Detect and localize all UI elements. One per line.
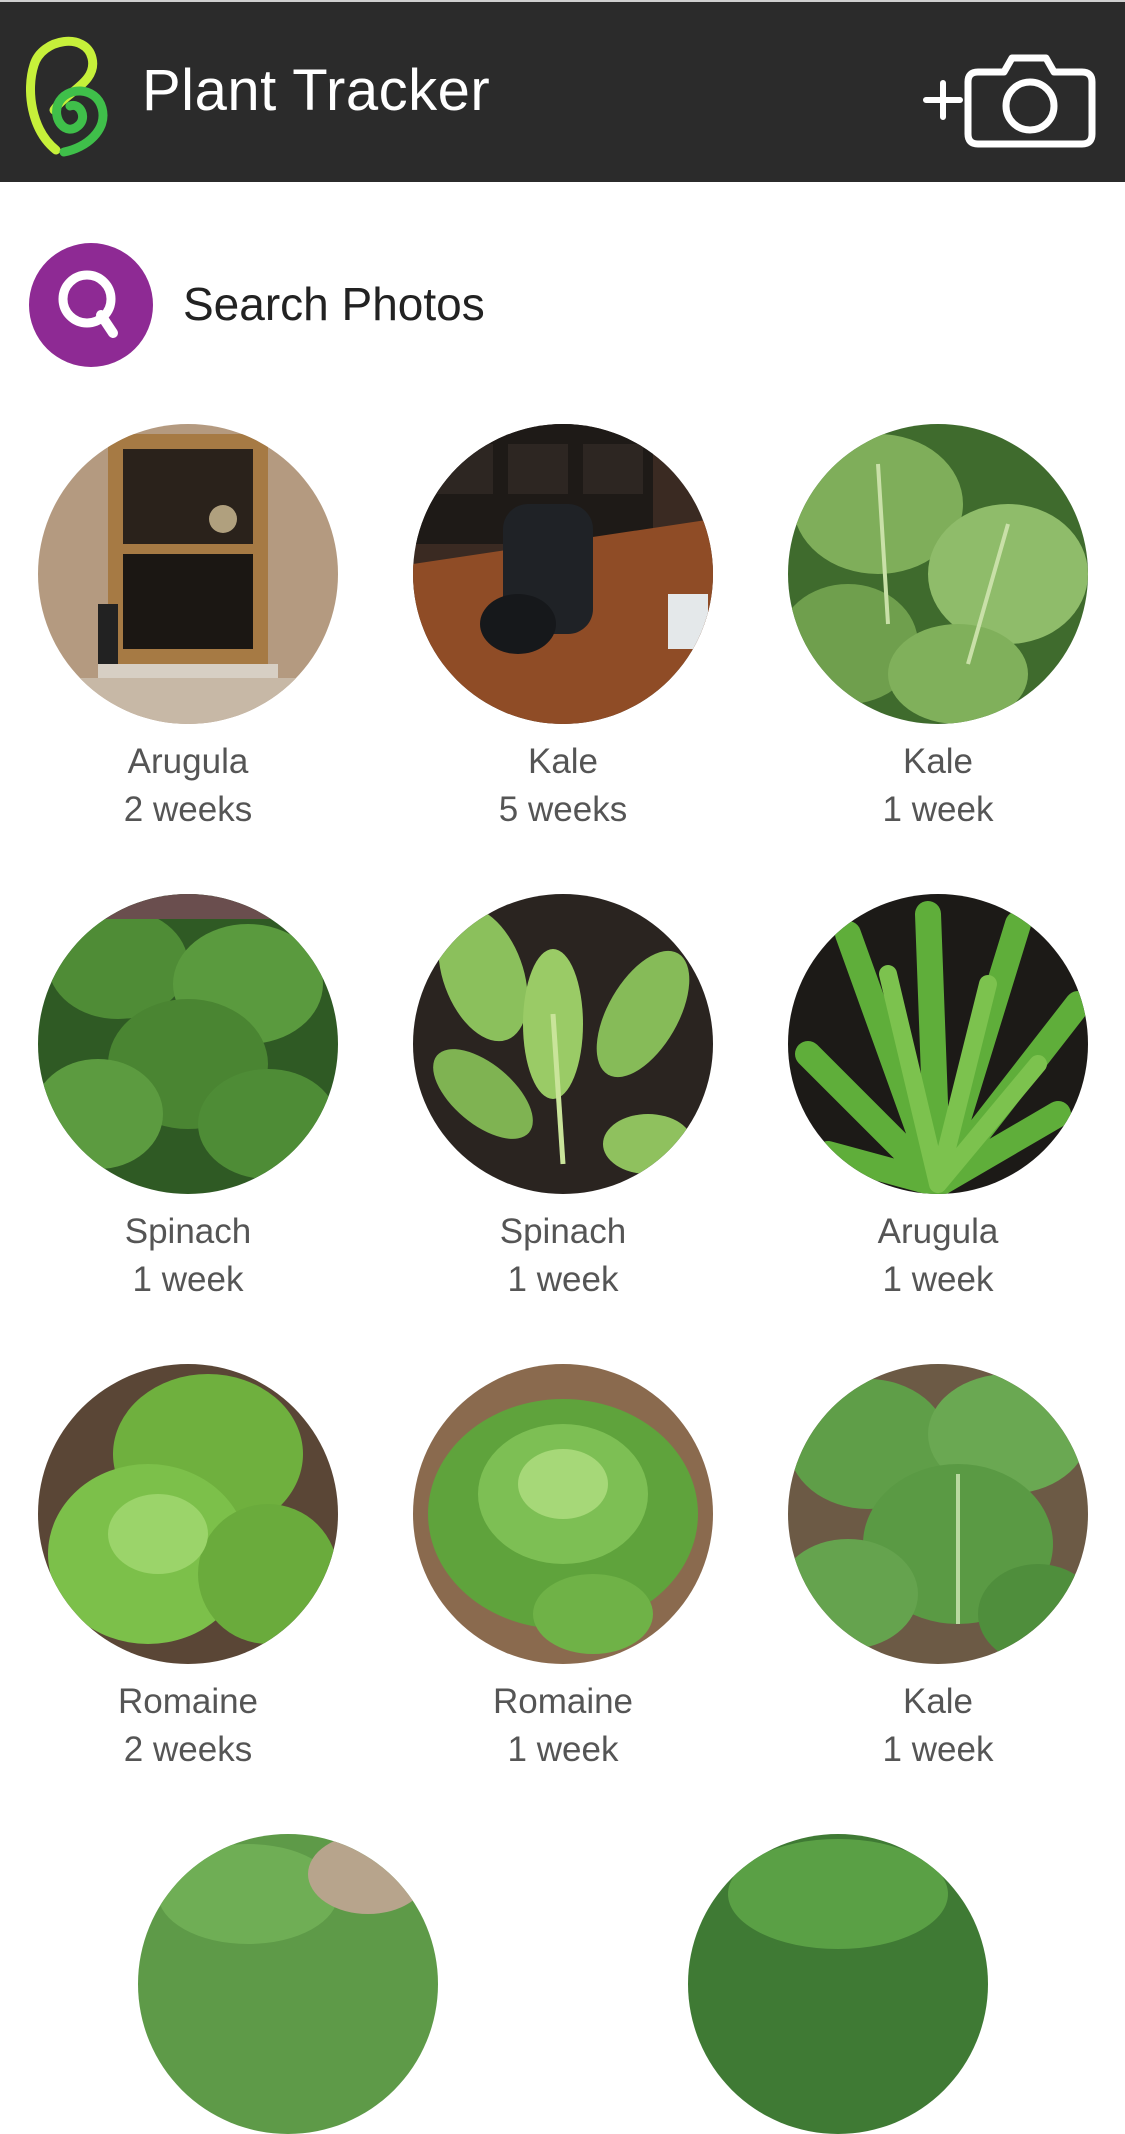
plant-name: Spinach [124,1212,252,1251]
plant-age: 1 week [882,1260,994,1299]
spinach-seedling-photo [413,894,713,1194]
app-title: Plant Tracker [142,58,491,123]
plant-card[interactable]: Arugula 2 weeks [38,424,338,844]
search-photos-button[interactable]: Search Photos [0,237,1125,367]
spinach-bush-photo [38,894,338,1194]
plant-card[interactable]: Arugula 1 week [788,894,1088,1314]
plant-card[interactable]: Romaine 2 weeks [38,1364,338,1784]
add-camera-icon [923,54,1096,148]
window-indoor-photo [38,424,338,724]
sprout-logo-icon [26,30,116,160]
plant-name: Arugula [127,742,249,781]
arugula-photo [788,894,1088,1194]
romaine-head-photo [38,1364,338,1664]
kale-leaves-photo [788,424,1088,724]
plant-age: 1 week [132,1260,244,1299]
plant-card[interactable]: Kale 5 weeks [413,424,713,844]
search-photos-label: Search Photos [183,278,485,330]
add-photo-button[interactable] [920,42,1100,152]
plant-photo-partial[interactable] [688,1834,988,2134]
collard-leaves-photo [788,1364,1088,1664]
plant-name: Spinach [499,1212,627,1251]
romaine-rosette-photo [413,1364,713,1664]
plant-card[interactable]: Spinach 1 week [413,894,713,1314]
plant-age: 5 weeks [498,790,628,829]
plant-age: 1 week [882,1730,994,1769]
plant-card[interactable]: Romaine 1 week [413,1364,713,1784]
plant-age: 2 weeks [123,790,253,829]
search-button-circle[interactable] [29,243,153,367]
plant-age: 1 week [507,1260,619,1299]
plant-name: Kale [902,742,974,781]
plant-name: Kale [902,1682,974,1721]
plant-name: Romaine [492,1682,634,1721]
plant-name: Kale [527,742,599,781]
plant-card[interactable]: Spinach 1 week [38,894,338,1314]
plant-card[interactable]: Kale 1 week [788,424,1088,844]
plant-name: Arugula [877,1212,999,1251]
plant-age: 1 week [882,790,994,829]
app-header: Plant Tracker [0,0,1125,182]
jar-on-table-photo [413,424,713,724]
plant-age: 1 week [507,1730,619,1769]
search-icon [58,270,118,338]
plant-age: 2 weeks [123,1730,253,1769]
plant-name: Romaine [117,1682,259,1721]
plant-card[interactable]: Kale 1 week [788,1364,1088,1784]
plant-photo-partial[interactable] [138,1834,438,2134]
